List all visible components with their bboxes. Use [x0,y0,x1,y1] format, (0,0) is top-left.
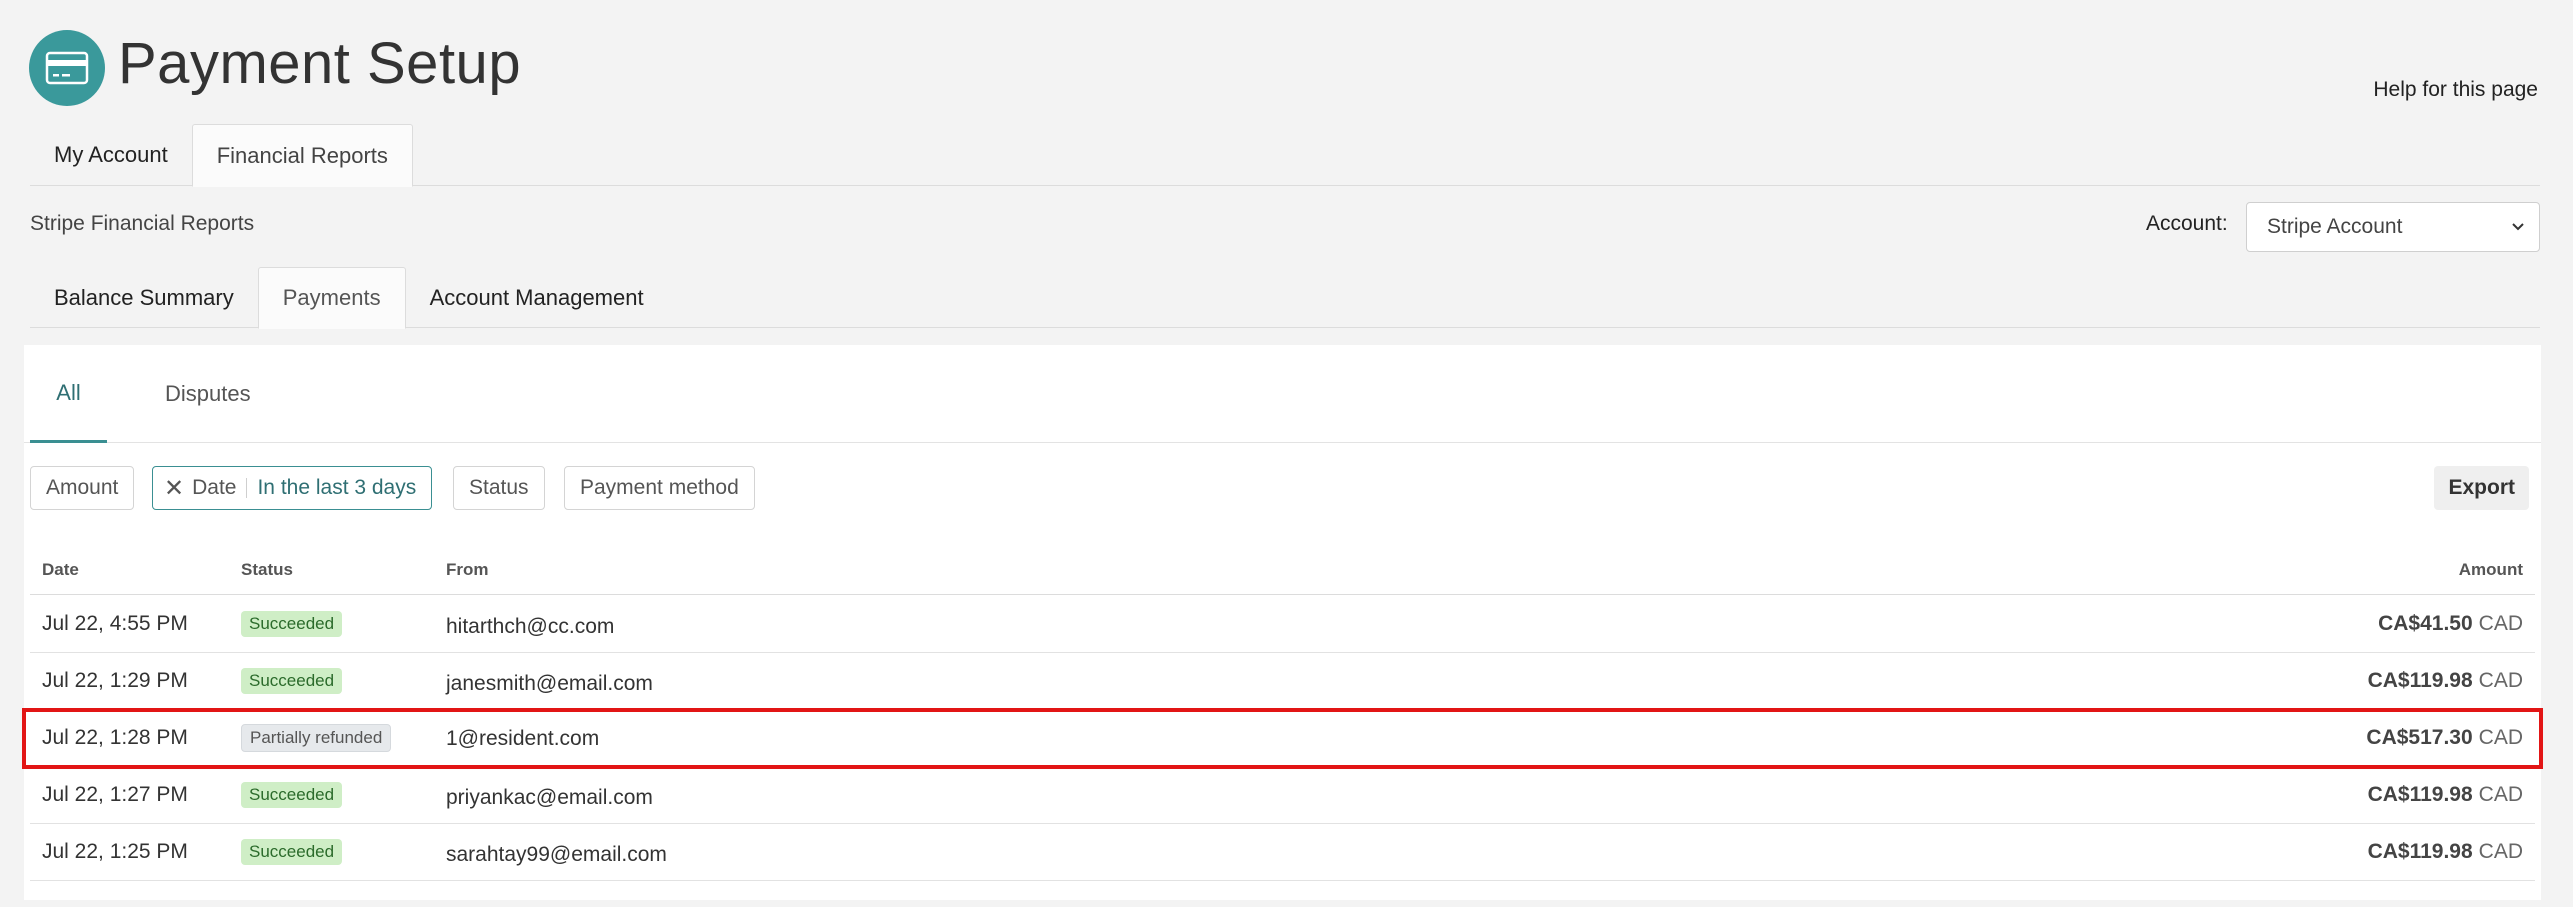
row-amount: CA$41.50 CAD [2378,596,2523,652]
sub-tabs: Balance Summary Payments Account Managem… [30,267,2540,329]
amount-value: CA$119.98 [2367,669,2473,692]
row-from: 1@resident.com [446,727,600,750]
table-row[interactable]: Jul 22, 1:29 PM Succeeded janesmith@emai… [30,653,2535,710]
amount-filter-button[interactable]: Amount [30,466,135,510]
payments-panel: All Disputes Amount ✕ Date In the last 3… [22,345,2543,900]
row-amount: CA$517.30 CAD [2366,710,2523,766]
row-amount: CA$119.98 CAD [2368,653,2523,709]
column-header-amount[interactable]: Amount [2459,560,2523,580]
payment-method-filter-button[interactable]: Payment method [564,466,755,510]
amount-value: CA$41.50 [2378,612,2473,635]
account-select-value: Stripe Account [2267,215,2403,238]
filter-tabs: All Disputes [24,345,2541,443]
amount-value: CA$119.98 [2367,783,2473,806]
status-badge: Succeeded [241,839,343,865]
tab-all[interactable]: All [30,345,107,443]
table-header: Date Status From Amount [30,543,2535,595]
amount-currency: CAD [2478,783,2523,806]
status-filter-button[interactable]: Status [453,466,545,510]
credit-card-icon [45,51,89,85]
close-icon[interactable]: ✕ [164,474,184,503]
row-status: Partially refunded [241,710,392,766]
row-status: Succeeded [241,596,343,652]
status-badge: Partially refunded [241,724,392,752]
table-row[interactable]: Jul 22, 1:27 PM Succeeded priyankac@emai… [30,767,2535,824]
tab-my-account[interactable]: My Account [30,124,192,186]
status-badge: Succeeded [241,611,343,637]
row-from: priyankac@email.com [446,786,653,809]
export-button[interactable]: Export [2434,466,2529,510]
row-date: Jul 22, 4:55 PM [42,612,188,635]
row-status: Succeeded [241,824,343,880]
account-label: Account: [2146,212,2228,235]
date-filter-button[interactable]: ✕ Date In the last 3 days [152,466,433,510]
row-amount: CA$119.98 CAD [2368,824,2523,880]
row-date: Jul 22, 1:28 PM [42,726,188,749]
divider [246,478,248,498]
account-select[interactable]: Stripe Account [2246,202,2540,252]
row-from: hitarthch@cc.com [446,615,615,638]
table-row[interactable]: Jul 22, 4:55 PM Succeeded hitarthch@cc.c… [30,596,2535,653]
amount-currency: CAD [2478,840,2523,863]
help-link[interactable]: Help for this page [2373,78,2538,102]
column-header-status[interactable]: Status [241,560,293,580]
row-date: Jul 22, 1:25 PM [42,840,188,863]
tab-disputes[interactable]: Disputes [165,345,251,443]
table-row-highlighted[interactable]: Jul 22, 1:28 PM Partially refunded 1@res… [22,708,2543,769]
row-date: Jul 22, 1:29 PM [42,669,188,692]
row-from: janesmith@email.com [446,672,653,695]
page-title: Payment Setup [118,31,522,96]
amount-value: CA$119.98 [2367,840,2473,863]
top-tabs: My Account Financial Reports [30,124,2540,187]
tab-financial-reports[interactable]: Financial Reports [191,124,413,187]
status-badge: Succeeded [241,782,343,808]
row-status: Succeeded [241,653,343,709]
tab-balance-summary[interactable]: Balance Summary [30,267,258,328]
amount-value: CA$517.30 [2366,726,2473,749]
row-status: Succeeded [241,767,343,823]
status-badge: Succeeded [241,668,343,694]
date-filter-value: In the last 3 days [257,476,417,499]
amount-currency: CAD [2478,669,2523,692]
column-header-from[interactable]: From [446,560,489,580]
row-from: sarahtay99@email.com [446,843,667,866]
chevron-down-icon [2512,223,2524,231]
row-date: Jul 22, 1:27 PM [42,783,188,806]
amount-currency: CAD [2478,612,2523,635]
section-label: Stripe Financial Reports [30,212,255,235]
tab-account-management[interactable]: Account Management [406,267,668,328]
table-row[interactable]: Jul 22, 1:25 PM Succeeded sarahtay99@ema… [30,824,2535,881]
tab-payments[interactable]: Payments [257,267,406,329]
payment-logo [29,30,105,106]
column-header-date[interactable]: Date [42,560,79,580]
row-amount: CA$119.98 CAD [2368,767,2523,823]
date-filter-label: Date [192,476,237,499]
amount-currency: CAD [2478,726,2523,749]
